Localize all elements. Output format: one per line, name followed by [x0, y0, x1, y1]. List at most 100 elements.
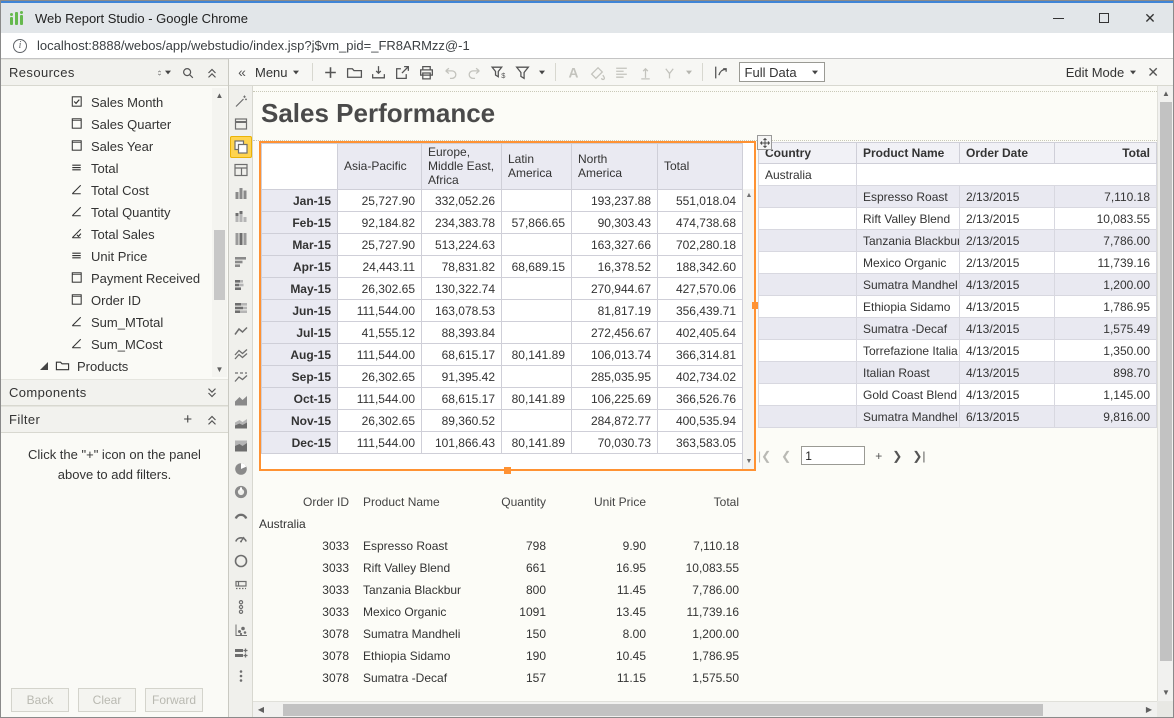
open-icon[interactable]	[343, 61, 367, 83]
last-page-icon[interactable]: ❯|	[912, 449, 925, 463]
switch-axis-icon[interactable]	[709, 61, 733, 83]
more-components-icon[interactable]	[230, 665, 252, 687]
detail-cell-quantity[interactable]: 798	[461, 535, 553, 557]
country-table-row[interactable]: Italian Roast4/13/2015898.70	[759, 362, 1157, 384]
crosstab-cell[interactable]	[502, 366, 572, 388]
detail-cell-order_id[interactable]: 3033	[259, 579, 356, 601]
crosstab-cell[interactable]: 285,035.95	[572, 366, 658, 388]
page-info-icon[interactable]: i	[13, 39, 27, 53]
detail-cell-quantity[interactable]: 800	[461, 579, 553, 601]
canvas-vertical-scrollbar[interactable]: ▲▼	[1157, 86, 1173, 701]
resize-handle-bottom[interactable]	[504, 467, 511, 474]
crosstab-cell[interactable]: 26,302.65	[338, 410, 422, 432]
country-cell-empty[interactable]	[759, 208, 857, 230]
area-chart-icon[interactable]	[230, 389, 252, 411]
crosstab-cell[interactable]: 90,303.43	[572, 212, 658, 234]
detail-table-header[interactable]: Unit Price	[553, 491, 653, 513]
detail-cell-unit_price[interactable]: 11.45	[553, 579, 653, 601]
crosstab-component-icon[interactable]	[230, 136, 252, 158]
crosstab-cell[interactable]: 513,224.63	[422, 234, 502, 256]
crosstab-row[interactable]: Jul-1541,555.1288,393.84272,456.67402,40…	[262, 322, 743, 344]
country-cell-date[interactable]: 4/13/2015	[960, 274, 1055, 296]
detail-table-row[interactable]: 3033Espresso Roast7989.907,110.18	[259, 535, 746, 557]
detail-table-row[interactable]: 3033Rift Valley Blend66116.9510,083.55	[259, 557, 746, 579]
crosstab-row[interactable]: Sep-1526,302.6591,395.42285,035.95402,73…	[262, 366, 743, 388]
crosstab-column-header[interactable]: Total	[658, 144, 743, 190]
new-icon[interactable]	[319, 61, 343, 83]
crosstab-row-label[interactable]: Jul-15	[262, 322, 338, 344]
stacked-bar-chart-icon[interactable]	[230, 274, 252, 296]
crosstab-row-label[interactable]: May-15	[262, 278, 338, 300]
crosstab-cell[interactable]: 101,866.43	[422, 432, 502, 454]
detail-cell-product[interactable]: Espresso Roast	[356, 535, 461, 557]
detail-cell-order_id[interactable]: 3078	[259, 645, 356, 667]
stacked-area-chart-icon[interactable]	[230, 412, 252, 434]
crosstab-row[interactable]: May-1526,302.65130,322.74270,944.67427,5…	[262, 278, 743, 300]
detail-cell-total[interactable]: 7,110.18	[653, 535, 746, 557]
country-cell-empty[interactable]	[759, 274, 857, 296]
crosstab-cell[interactable]: 234,383.78	[422, 212, 502, 234]
country-cell-product[interactable]: Tanzania Blackbur	[857, 230, 960, 252]
crosstab-cell[interactable]: 272,456.67	[572, 322, 658, 344]
detail-cell-order_id[interactable]: 3078	[259, 667, 356, 689]
country-cell-empty[interactable]	[759, 384, 857, 406]
crosstab-row[interactable]: Jan-1525,727.90332,052.26193,237.88551,0…	[262, 190, 743, 212]
crosstab-cell[interactable]: 111,544.00	[338, 432, 422, 454]
country-cell-total[interactable]: 7,786.00	[1055, 230, 1157, 252]
country-cell-total[interactable]: 1,200.00	[1055, 274, 1157, 296]
crosstab-column-header[interactable]	[262, 144, 338, 190]
crosstab-cell[interactable]: 89,360.52	[422, 410, 502, 432]
crosstab-cell[interactable]: 270,944.67	[572, 278, 658, 300]
detail-cell-product[interactable]: Sumatra Mandheli	[356, 623, 461, 645]
country-cell-date[interactable]: 2/13/2015	[960, 230, 1055, 252]
data-mode-select[interactable]: Full Data	[739, 62, 825, 82]
country-table-row[interactable]: Sumatra Mandhel4/13/20151,200.00	[759, 274, 1157, 296]
maximize-button[interactable]	[1081, 3, 1127, 33]
crosstab-row[interactable]: Aug-15111,544.0068,615.1780,141.89106,01…	[262, 344, 743, 366]
detail-cell-total[interactable]: 1,786.95	[653, 645, 746, 667]
crosstab-row-label[interactable]: Jan-15	[262, 190, 338, 212]
detail-table-row[interactable]: 3033Tanzania Blackbur80011.457,786.00	[259, 579, 746, 601]
detail-table-row[interactable]: 3033Mexico Organic109113.4511,739.16	[259, 601, 746, 623]
country-cell-empty[interactable]	[759, 296, 857, 318]
detail-cell-product[interactable]: Rift Valley Blend	[356, 557, 461, 579]
crosstab-row[interactable]: Nov-1526,302.6589,360.52284,872.77400,53…	[262, 410, 743, 432]
crosstab-cell[interactable]	[502, 234, 572, 256]
country-cell-total[interactable]: 10,083.55	[1055, 208, 1157, 230]
detail-cell-quantity[interactable]: 661	[461, 557, 553, 579]
canvas-horizontal-scrollbar[interactable]: ◀▶	[253, 701, 1157, 717]
detail-table-header[interactable]: Total	[653, 491, 746, 513]
boxplot-chart-icon[interactable]	[230, 573, 252, 595]
column-chart-icon[interactable]	[230, 182, 252, 204]
detail-cell-unit_price[interactable]: 8.00	[553, 623, 653, 645]
next-page-icon[interactable]: ❯	[892, 449, 902, 463]
full-bar-chart-icon[interactable]	[230, 297, 252, 319]
crosstab-column-header[interactable]: Latin America	[502, 144, 572, 190]
country-cell-total[interactable]: 1,145.00	[1055, 384, 1157, 406]
country-table-header[interactable]: Order Date	[960, 143, 1055, 164]
detail-cell-total[interactable]: 10,083.55	[653, 557, 746, 579]
crosstab-column-header[interactable]: Europe, Middle East, Africa	[422, 144, 502, 190]
ring-chart-icon[interactable]	[230, 550, 252, 572]
crosstab-cell[interactable]: 366,314.81	[658, 344, 743, 366]
resource-item-sales-year[interactable]: Sales Year	[1, 135, 228, 157]
detail-cell-order_id[interactable]: 3033	[259, 557, 356, 579]
country-cell-total[interactable]: 898.70	[1055, 362, 1157, 384]
country-cell-date[interactable]: 2/13/2015	[960, 186, 1055, 208]
country-table-row[interactable]: Mexico Organic2/13/201511,739.16	[759, 252, 1157, 274]
country-table-row[interactable]: Espresso Roast2/13/20157,110.18	[759, 186, 1157, 208]
detail-cell-unit_price[interactable]: 9.90	[553, 535, 653, 557]
country-group-label[interactable]: Australia	[759, 164, 857, 186]
crosstab-cell[interactable]	[502, 190, 572, 212]
detail-cell-unit_price[interactable]: 10.45	[553, 645, 653, 667]
country-table-row[interactable]: Gold Coast Blend4/13/20151,145.00	[759, 384, 1157, 406]
crosstab-cell[interactable]: 25,727.90	[338, 190, 422, 212]
crosstab-cell[interactable]: 88,393.84	[422, 322, 502, 344]
filter-panel-header[interactable]: Filter +	[1, 406, 228, 433]
detail-table-header[interactable]: Order ID	[259, 491, 356, 513]
detail-cell-quantity[interactable]: 157	[461, 667, 553, 689]
crosstab-cell[interactable]: 332,052.26	[422, 190, 502, 212]
detail-cell-total[interactable]: 1,575.50	[653, 667, 746, 689]
resource-item-sales-month[interactable]: Sales Month	[1, 91, 228, 113]
detail-table-row[interactable]: 3078Ethiopia Sidamo19010.451,786.95	[259, 645, 746, 667]
